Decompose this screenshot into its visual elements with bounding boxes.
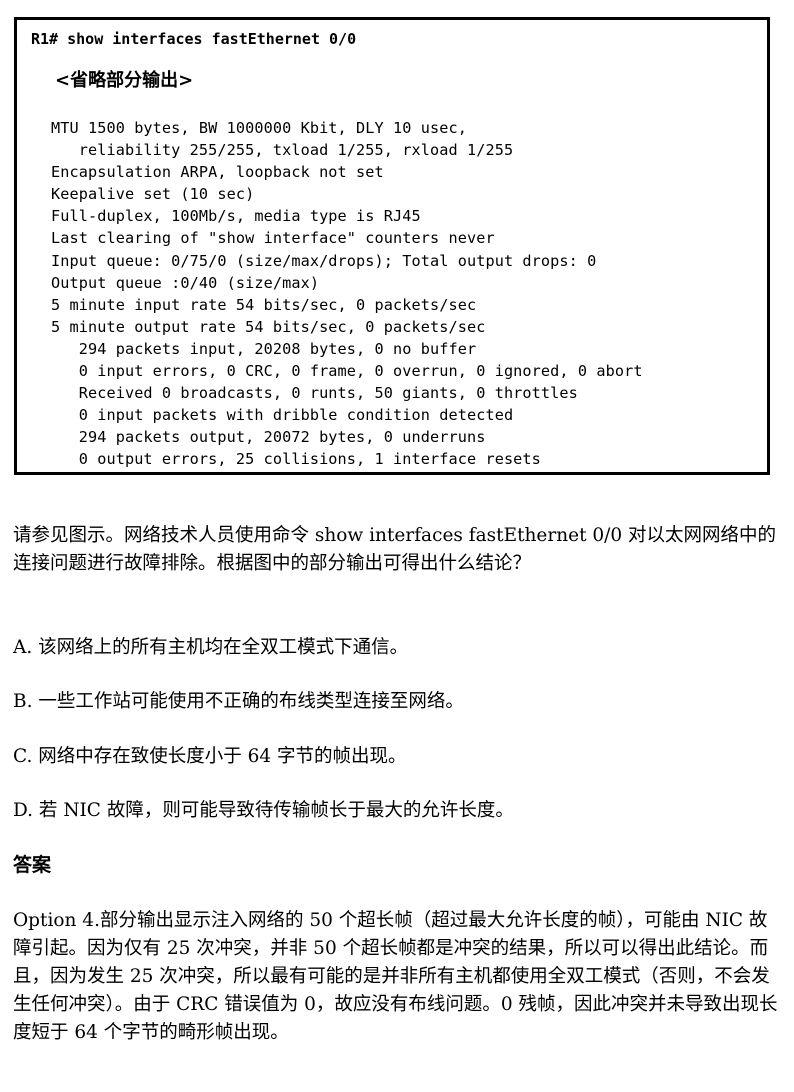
cli-line: Keepalive set (10 sec) <box>51 185 255 204</box>
cli-line: MTU 1500 bytes, BW 1000000 Kbit, DLY 10 … <box>51 119 467 137</box>
option-d: D. 若 NIC 故障，则可能导致待传输帧长于最大的允许长度。 <box>13 800 514 821</box>
cli-line: 294 packets input, 20208 bytes, 0 no buf… <box>51 339 477 358</box>
option-a: A. 该网络上的所有主机均在全双工模式下通信。 <box>13 637 409 658</box>
omitted-output-note: <省略部分输出> <box>55 70 194 91</box>
cli-line: Full-duplex, 100Mb/s, media type is RJ45 <box>51 207 421 226</box>
option-b: B. 一些工作站可能使用不正确的布线类型连接至网络。 <box>13 691 464 712</box>
answer-heading: 答案 <box>13 854 52 876</box>
cli-line: Last clearing of "show interface" counte… <box>51 229 495 248</box>
cli-line: 0 input errors, 0 CRC, 0 frame, 0 overru… <box>51 362 643 381</box>
cli-line: 0 output errors, 25 collisions, 1 interf… <box>51 450 541 469</box>
cli-line: Input queue: 0/75/0 (size/max/drops); To… <box>51 251 597 270</box>
cli-line: Output queue :0/40 (size/max) <box>51 273 320 292</box>
option-c: C. 网络中存在致使长度小于 64 字节的帧出现。 <box>13 746 407 767</box>
cli-line: 0 input packets with dribble condition d… <box>51 406 514 425</box>
answer-explanation: Option 4.部分输出显示注入网络的 50 个超长帧（超过最大允许长度的帧）… <box>13 910 778 1043</box>
cli-line: Encapsulation ARPA, loopback not set <box>51 163 384 182</box>
cli-command: R1# show interfaces fastEthernet 0/0 <box>31 30 357 48</box>
question-text: 请参见图示。网络技术人员使用命令 show interfaces fastEth… <box>13 525 777 574</box>
cli-line: reliability 255/255, txload 1/255, rxloa… <box>51 141 514 160</box>
cli-output-lines: MTU 1500 bytes, BW 1000000 Kbit, DLY 10 … <box>51 117 643 471</box>
cli-output-box: R1# show interfaces fastEthernet 0/0 <省略… <box>14 17 770 475</box>
cli-line: Received 0 broadcasts, 0 runts, 50 giant… <box>51 384 578 403</box>
cli-line: 294 packets output, 20072 bytes, 0 under… <box>51 428 486 447</box>
cli-line: 5 minute input rate 54 bits/sec, 0 packe… <box>51 295 477 314</box>
cli-line: 5 minute output rate 54 bits/sec, 0 pack… <box>51 317 486 336</box>
